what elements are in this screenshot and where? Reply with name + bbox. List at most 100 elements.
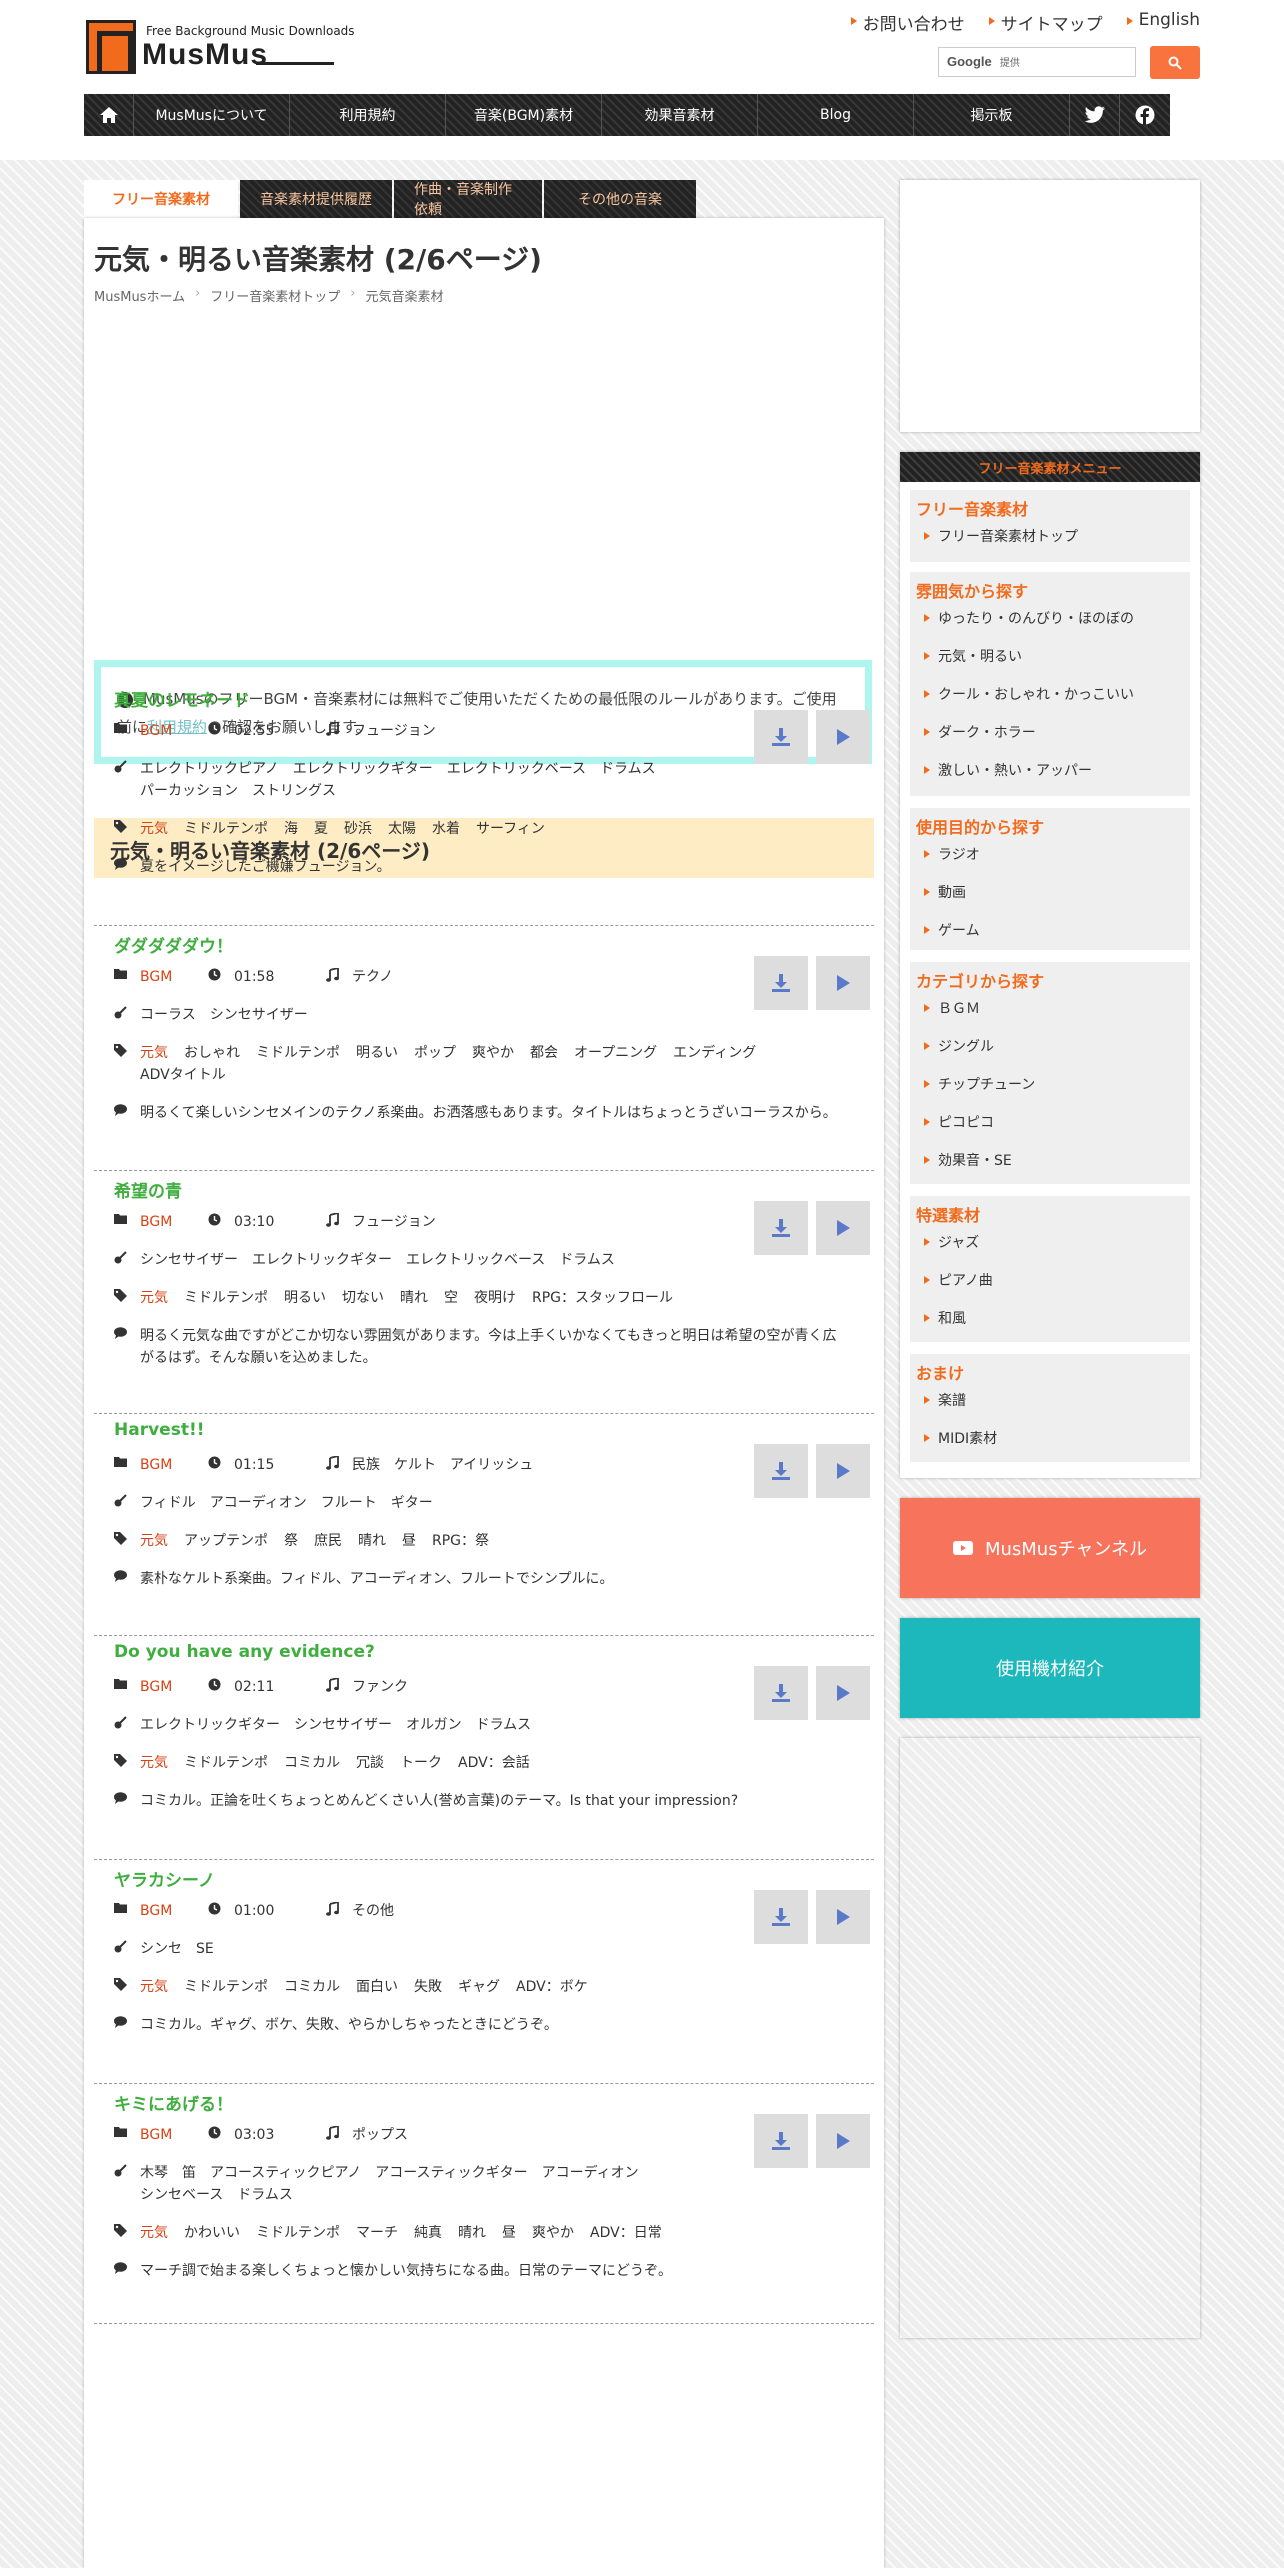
download-button[interactable] xyxy=(754,1666,808,1720)
track-category[interactable]: BGM xyxy=(140,720,208,742)
track-category[interactable]: BGM xyxy=(140,1454,208,1476)
nav-facebook[interactable] xyxy=(1120,94,1170,136)
track-tag[interactable]: ポップ xyxy=(414,1045,456,1061)
track-tag[interactable]: かわいい xyxy=(184,2225,240,2241)
track-tag[interactable]: マーチ xyxy=(356,2225,398,2241)
nav-home[interactable] xyxy=(84,94,134,136)
sidebar-menu-item[interactable]: ＢＧＭ xyxy=(924,998,980,1018)
track-tag[interactable]: 海 xyxy=(284,821,298,837)
play-button[interactable] xyxy=(816,1444,870,1498)
sidebar-menu-item[interactable]: ピアノ曲 xyxy=(924,1270,993,1290)
track-tag[interactable]: 太陽 xyxy=(388,821,416,837)
track-tag[interactable]: 失敗 xyxy=(414,1979,442,1995)
sidebar-menu-item[interactable]: チップチューン xyxy=(924,1074,1035,1094)
nav-board[interactable]: 掲示板 xyxy=(914,94,1070,136)
track-tag[interactable]: 爽やか xyxy=(472,1045,514,1061)
track-tag[interactable]: ミドルテンポ xyxy=(184,1290,268,1306)
sitemap-link[interactable]: サイトマップ xyxy=(988,10,1103,35)
track-tag[interactable]: アップテンポ xyxy=(184,1533,268,1549)
track-tag[interactable]: 祭 xyxy=(284,1533,298,1549)
track-tag[interactable]: 切ない xyxy=(342,1290,384,1306)
track-tag[interactable]: 明るい xyxy=(284,1290,326,1306)
sidebar-menu-item[interactable]: ラジオ xyxy=(924,844,980,864)
track-tag[interactable]: 面白い xyxy=(356,1979,398,1995)
track-tag[interactable]: 元気 xyxy=(140,1045,168,1061)
youtube-channel-button[interactable]: MusMusチャンネル xyxy=(900,1498,1200,1598)
sidebar-menu-item[interactable]: MIDI素材 xyxy=(924,1428,997,1448)
sidebar-menu-item[interactable]: 元気・明るい xyxy=(924,646,1022,666)
track-tag[interactable]: 元気 xyxy=(140,1533,168,1549)
nav-bgm[interactable]: 音楽(BGM)素材 xyxy=(446,94,602,136)
download-button[interactable] xyxy=(754,956,808,1010)
sidebar-menu-item[interactable]: 激しい・熱い・アッパー xyxy=(924,760,1092,780)
play-button[interactable] xyxy=(816,1201,870,1255)
track-tag[interactable]: RPG：祭 xyxy=(432,1533,489,1549)
track-tag[interactable]: ADV：ボケ xyxy=(516,1979,588,1995)
sidebar-menu-item[interactable]: ダーク・ホラー xyxy=(924,722,1036,742)
sidebar-menu-item[interactable]: ピコピコ xyxy=(924,1112,994,1132)
tab-other-music[interactable]: その他の音楽 xyxy=(544,180,696,218)
track-tag[interactable]: サーフィン xyxy=(476,821,545,837)
tab-commission[interactable]: 作曲・音楽制作依頼 xyxy=(394,180,542,218)
play-button[interactable] xyxy=(816,2114,870,2168)
nav-about[interactable]: MusMusについて xyxy=(134,94,290,136)
track-tag[interactable]: 元気 xyxy=(140,1979,168,1995)
track-tag[interactable]: 都会 xyxy=(530,1045,558,1061)
track-tag[interactable]: 砂浜 xyxy=(344,821,372,837)
track-tag[interactable]: ミドルテンポ xyxy=(184,1979,268,1995)
track-tag[interactable]: ADV：日常 xyxy=(590,2225,662,2241)
track-category[interactable]: BGM xyxy=(140,1676,208,1698)
track-title[interactable]: ダダダダダウ！ xyxy=(114,932,233,957)
play-button[interactable] xyxy=(816,1666,870,1720)
equipment-button[interactable]: 使用機材紹介 xyxy=(900,1618,1200,1718)
contact-link[interactable]: お問い合わせ xyxy=(850,10,965,35)
track-tag[interactable]: おしゃれ xyxy=(184,1045,240,1061)
sidebar-menu-item[interactable]: フリー音楽素材トップ xyxy=(924,526,1078,546)
track-category[interactable]: BGM xyxy=(140,1900,208,1922)
breadcrumb-music-top[interactable]: フリー音楽素材トップ xyxy=(210,286,340,305)
site-logo[interactable]: Free Background Music Downloads MusMus xyxy=(84,18,355,78)
download-button[interactable] xyxy=(754,1201,808,1255)
sidebar-menu-item[interactable]: ゆったり・のんびり・ほのぼの xyxy=(924,608,1134,628)
sidebar-menu-item[interactable]: 楽譜 xyxy=(924,1390,966,1410)
nav-se[interactable]: 効果音素材 xyxy=(602,94,758,136)
track-tag[interactable]: 夜明け xyxy=(474,1290,516,1306)
sidebar-menu-item[interactable]: 効果音・SE xyxy=(924,1150,1012,1170)
track-tag[interactable]: エンディング xyxy=(673,1045,756,1061)
track-tag[interactable]: 元気 xyxy=(140,1755,168,1771)
track-title[interactable]: 希望の青 xyxy=(114,1177,182,1202)
track-category[interactable]: BGM xyxy=(140,2124,208,2146)
track-tag[interactable]: オープニング xyxy=(574,1045,657,1061)
download-button[interactable] xyxy=(754,2114,808,2168)
play-button[interactable] xyxy=(816,956,870,1010)
sidebar-menu-item[interactable]: 和風 xyxy=(924,1308,966,1328)
track-tag[interactable]: 夏 xyxy=(314,821,328,837)
play-button[interactable] xyxy=(816,1890,870,1944)
english-link[interactable]: English xyxy=(1126,10,1200,35)
track-title[interactable]: 真夏のレモネード xyxy=(114,686,250,711)
search-input[interactable]: Google 提供 xyxy=(938,47,1136,77)
sidebar-menu-item[interactable]: 動画 xyxy=(924,882,966,902)
track-category[interactable]: BGM xyxy=(140,1211,208,1233)
track-title[interactable]: Do you have any evidence? xyxy=(114,1642,375,1662)
track-tag[interactable]: ミドルテンポ xyxy=(256,1045,340,1061)
sidebar-menu-item[interactable]: ジングル xyxy=(924,1036,994,1056)
track-tag[interactable]: コミカル xyxy=(284,1979,340,1995)
track-tag[interactable]: ミドルテンポ xyxy=(184,821,268,837)
track-title[interactable]: キミにあげる！ xyxy=(114,2090,233,2115)
track-tag[interactable]: ミドルテンポ xyxy=(256,2225,340,2241)
track-tag[interactable]: トーク xyxy=(400,1755,442,1771)
track-tag[interactable]: 昼 xyxy=(502,2225,516,2241)
track-tag[interactable]: 空 xyxy=(444,1290,458,1306)
nav-terms[interactable]: 利用規約 xyxy=(290,94,446,136)
track-tag[interactable]: 昼 xyxy=(402,1533,416,1549)
download-button[interactable] xyxy=(754,1444,808,1498)
sidebar-menu-item[interactable]: ゲーム xyxy=(924,920,980,940)
track-title[interactable]: ヤラカシーノ xyxy=(114,1866,215,1891)
track-tag[interactable]: ギャグ xyxy=(458,1979,500,1995)
track-tag[interactable]: ミドルテンポ xyxy=(184,1755,268,1771)
track-tag[interactable]: 水着 xyxy=(432,821,460,837)
sidebar-menu-item[interactable]: ジャズ xyxy=(924,1232,979,1252)
sidebar-menu-item[interactable]: クール・おしゃれ・かっこいい xyxy=(924,684,1134,704)
tab-free-music[interactable]: フリー音楽素材 xyxy=(84,180,238,218)
